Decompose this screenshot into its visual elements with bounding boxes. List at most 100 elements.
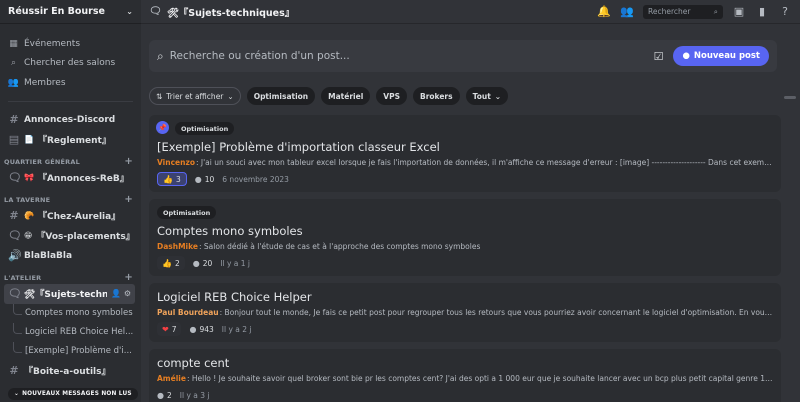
channel-label: 『Reglement』: [37, 136, 111, 146]
comment-icon: ●: [192, 258, 200, 268]
unread-messages-button[interactable]: ⌄ NOUVEAUX MESSAGES NON LUS: [8, 388, 138, 400]
thread-exemple-probleme[interactable]: [Exemple] Problème d'i...: [0, 341, 141, 361]
filter-label: Tout: [472, 91, 491, 101]
add-channel-icon[interactable]: +: [124, 272, 133, 283]
members-icon: 👥: [7, 77, 20, 88]
reaction-button[interactable]: ❤ 7: [157, 322, 182, 336]
post-title: [Exemple] Problème d'importation classeu…: [157, 140, 440, 154]
post-card[interactable]: compte cent Amélie: Hello ! Je souhaite …: [149, 349, 781, 402]
filter-tag-optimisation[interactable]: Optimisation: [246, 87, 316, 105]
channel-emoji: 🎀: [24, 173, 34, 182]
channel-label: 『Boite-a-outils』: [24, 367, 111, 377]
nav-members[interactable]: 👥 Membres: [0, 73, 141, 93]
category-la-taverne[interactable]: LA TAVERNE +: [0, 188, 141, 206]
nav-browse-channels[interactable]: ⌕ Chercher des salons: [0, 54, 141, 74]
post-author: DashMike: [157, 242, 198, 251]
thread-comptes-mono[interactable]: Comptes mono symboles: [0, 303, 141, 323]
post-card[interactable]: Optimisation Comptes mono symboles DashM…: [149, 199, 781, 276]
sort-button[interactable]: ⇅ Trier et afficher ⌄: [149, 87, 241, 105]
gear-icon[interactable]: ⚙: [124, 289, 131, 298]
reaction-button[interactable]: 👍 3: [157, 172, 187, 186]
new-post-button[interactable]: ● Nouveau post: [673, 46, 769, 66]
members-list-icon[interactable]: 👥: [620, 5, 634, 19]
inbox-icon[interactable]: ▣: [732, 5, 746, 19]
add-channel-icon[interactable]: +: [124, 194, 133, 205]
channel-annonces-reb[interactable]: 🗨 🎀 『Annonces-ReB』: [0, 168, 141, 188]
post-search-placeholder: Recherche ou création d'un post...: [169, 50, 350, 62]
channel-chez-aurelia[interactable]: # 🥐 『Chez-Aurelia』: [0, 206, 141, 226]
channel-emoji: 📄: [24, 135, 34, 144]
comment-icon: ●: [189, 324, 197, 334]
post-tag: Optimisation: [175, 122, 235, 135]
post-date: 6 novembre 2023: [222, 174, 289, 184]
filter-tag-materiel[interactable]: Matériel: [321, 87, 371, 105]
channel-emoji: 😁: [24, 231, 33, 240]
post-author: Amélie: [157, 374, 186, 383]
thread-logiciel-reb[interactable]: Logiciel REB Choice Hel...: [0, 322, 141, 342]
post-title: compte cent: [157, 356, 230, 370]
post-meta: 👍 3 ● 10 6 novembre 2023: [157, 172, 773, 186]
search-placeholder: Rechercher: [648, 7, 691, 16]
filter-label: VPS: [383, 91, 400, 101]
reaction-button[interactable]: 👍 2: [157, 256, 185, 270]
post-guidelines-icon[interactable]: ☑: [654, 50, 664, 63]
post-preview: Amélie: Hello ! Je souhaite savoir quel …: [157, 374, 773, 383]
post-date: Il y a 2 j: [221, 324, 252, 334]
help-icon[interactable]: ?: [778, 5, 792, 19]
channel-boite-a-outils[interactable]: # 『Boite-a-outils』: [0, 361, 141, 381]
bell-icon[interactable]: 🔔: [597, 5, 611, 19]
post-preview: DashMike: Salon dédié à l'étude de cas e…: [157, 242, 481, 251]
channel-annonces-discord[interactable]: # Annonces-Discord: [0, 110, 141, 130]
forum-main: ⌕ Recherche ou création d'un post... ☑ ●…: [141, 24, 800, 402]
comment-count: ● 943: [189, 325, 213, 334]
post-card[interactable]: Logiciel REB Choice Helper Paul Bourdeau…: [149, 283, 781, 342]
add-channel-icon[interactable]: +: [124, 156, 133, 167]
filter-label: Brokers: [419, 91, 453, 101]
server-header[interactable]: Réussir En Bourse ⌄: [0, 0, 141, 24]
post-meta: 👍 2 ● 20 Il y a 1 j: [157, 256, 773, 270]
post-list: 📌 Optimisation [Exemple] Problème d'impo…: [149, 115, 781, 402]
chat-bubble-icon: ●: [682, 51, 690, 61]
pin-icon: 📌: [156, 121, 169, 134]
category-l-atelier[interactable]: L'ATELIER +: [0, 266, 141, 284]
category-quartier-general[interactable]: QUARTIER GÉNÉRAL +: [0, 150, 141, 168]
post-title: Logiciel REB Choice Helper: [157, 290, 312, 304]
chevron-down-icon: ⌄: [227, 91, 234, 101]
browse-channels-icon: ⌕: [10, 58, 17, 69]
thread-label: Logiciel REB Choice Hel...: [25, 327, 134, 337]
reaction-count: 7: [171, 324, 177, 334]
post-author: Vincenzo: [157, 158, 195, 167]
post-author: Paul Bourdeau: [157, 308, 219, 317]
thread-label: [Exemple] Problème d'i...: [25, 346, 132, 356]
filter-tag-brokers[interactable]: Brokers: [412, 87, 460, 105]
post-tag: Optimisation: [157, 206, 217, 219]
invite-icon[interactable]: 👤: [111, 289, 121, 298]
sort-icon: ⇅: [156, 91, 163, 101]
bookmark-icon[interactable]: ▮: [755, 5, 769, 19]
post-card[interactable]: 📌 Optimisation [Exemple] Problème d'impo…: [149, 115, 781, 192]
channel-vos-placements[interactable]: 🗨 😁 『Vos-placements』: [0, 226, 141, 246]
comment-icon: ●: [194, 174, 202, 184]
post-search-input[interactable]: ⌕ Recherche ou création d'un post... ☑ ●…: [149, 40, 777, 72]
channel-reglement[interactable]: ▤ 📄 『Reglement』: [0, 130, 141, 150]
scrollbar[interactable]: [784, 96, 796, 99]
thumbs-up-icon: 👍: [162, 258, 172, 268]
chevron-down-icon: ⌄: [14, 391, 20, 397]
channel-title: 🛠『Sujets-techniques』: [166, 7, 295, 19]
forum-icon: 🗨: [149, 6, 162, 17]
channel-label: BlaBlaBla: [24, 250, 73, 261]
comment-count: ● 2: [157, 391, 172, 400]
category-label: LA TAVERNE: [4, 195, 51, 204]
comment-count: ● 20: [193, 259, 213, 268]
reaction-count: 3: [175, 174, 181, 184]
filter-tag-vps[interactable]: VPS: [376, 87, 407, 105]
nav-events[interactable]: ▦ Événements: [0, 34, 141, 54]
search-input[interactable]: Rechercher ⌕: [643, 4, 723, 19]
channel-blablabla[interactable]: 🔊 BlaBlaBla: [0, 246, 141, 266]
channel-sidebar: Réussir En Bourse ⌄ ▦ Événements ⌕ Cherc…: [0, 0, 141, 402]
rules-icon: ▤: [8, 133, 20, 146]
unread-label: NOUVEAUX MESSAGES NON LUS: [22, 391, 132, 397]
filter-all-dropdown[interactable]: Tout ⌄: [465, 87, 509, 105]
channel-sujets-techniques[interactable]: 🗨 🛠『Sujets-techni... 👤 ⚙: [4, 283, 135, 304]
channel-header: 🗨 🛠『Sujets-techniques』 🔔 👥 Rechercher ⌕ …: [141, 0, 800, 24]
